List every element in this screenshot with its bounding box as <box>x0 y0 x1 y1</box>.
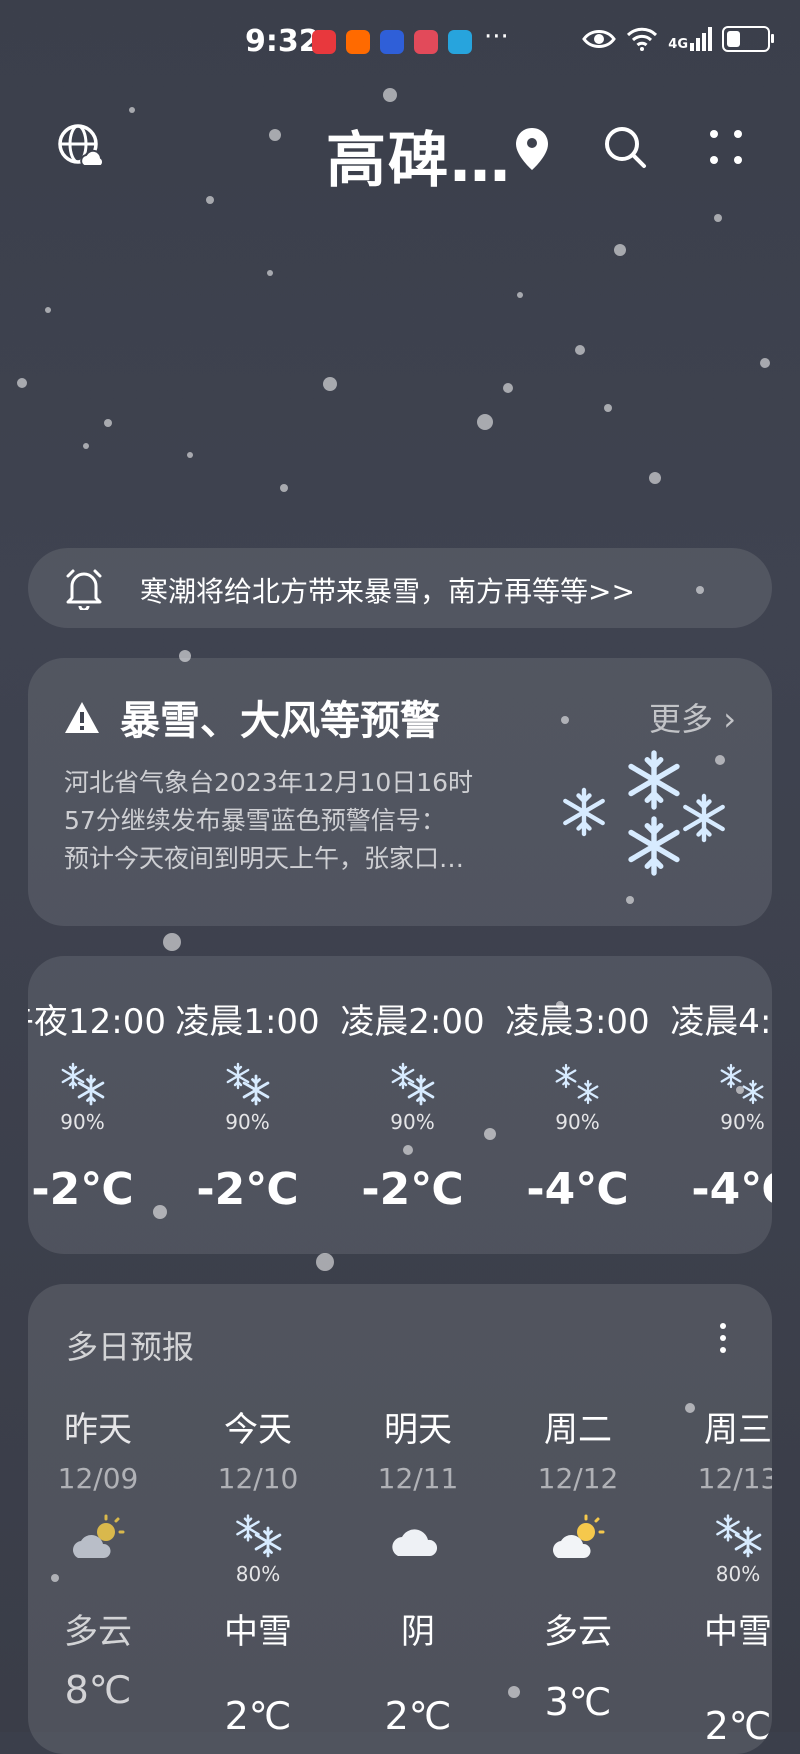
hourly-item: 午夜12:00 90% -2℃ <box>28 956 166 1254</box>
multi-day-forecast-card[interactable]: 多日预报 昨天 12/09 多云 8℃ 今天 12/10 80% 中雪 2℃ 明… <box>28 1284 772 1754</box>
hour-time: 凌晨4:00 <box>670 1002 772 1042</box>
more-notifications-icon: ··· <box>484 22 509 52</box>
hour-temp: -4℃ <box>691 1164 772 1215</box>
browser-icon <box>448 30 472 54</box>
daily-item[interactable]: 周三 12/13 80% 中雪 2℃ <box>658 1284 772 1754</box>
day-temp: 8℃ <box>64 1668 132 1712</box>
hour-precip: 90% <box>60 1110 105 1134</box>
hour-temp: -2℃ <box>196 1164 299 1215</box>
cloud-icon <box>392 1529 438 1556</box>
hourly-item: 凌晨1:00 90% -2℃ <box>165 956 330 1254</box>
snow-icon <box>720 1063 763 1105</box>
daily-item[interactable]: 昨天 12/09 多云 8℃ <box>28 1284 178 1754</box>
signal-icon <box>690 27 712 51</box>
huawei-app-icon <box>312 30 336 54</box>
day-date: 12/10 <box>217 1462 299 1495</box>
day-date: 12/09 <box>57 1462 139 1495</box>
snow-icon <box>226 1062 269 1106</box>
day-name: 今天 <box>224 1410 292 1450</box>
snowflake-cluster-icon <box>548 746 748 886</box>
hourly-item: 凌晨2:00 90% -2℃ <box>330 956 495 1254</box>
hour-temp: -4℃ <box>526 1164 629 1215</box>
location-pin-icon[interactable] <box>514 126 550 172</box>
day-temp: 2℃ <box>704 1704 772 1748</box>
eye-icon <box>582 30 617 48</box>
hour-precip: 90% <box>225 1110 270 1134</box>
day-condition: 多云 <box>64 1612 132 1652</box>
sun-cloud-icon <box>73 1514 125 1558</box>
weather-warning-card[interactable]: 暴雪、大风等预警 更多 › 河北省气象台2023年12月10日16时 57分继续… <box>28 658 772 926</box>
banner-text: 寒潮将给北方带来暴雪，南方再等等>> <box>140 575 635 608</box>
snow-icon <box>555 1063 598 1105</box>
hour-temp: -2℃ <box>361 1164 464 1215</box>
warning-title: 暴雪、大风等预警 <box>120 698 440 744</box>
bell-alarm-icon <box>66 569 102 610</box>
globe-cloud-icon[interactable] <box>56 122 106 172</box>
hour-time: 午夜12:00 <box>28 1002 166 1042</box>
hour-precip: 90% <box>720 1110 765 1134</box>
network-type-label: 4G <box>668 37 688 52</box>
snow-icon <box>236 1514 282 1558</box>
news-banner[interactable]: 寒潮将给北方带来暴雪，南方再等等>> <box>28 548 772 628</box>
city-name[interactable]: 高碑… <box>326 112 512 199</box>
day-temp: 3℃ <box>544 1680 612 1724</box>
day-name: 明天 <box>384 1410 452 1450</box>
day-condition: 中雪 <box>224 1612 292 1652</box>
four-dots-icon[interactable] <box>706 122 746 172</box>
warning-line: 预计今天夜间到明天上午，张家口… <box>64 844 465 873</box>
snow-icon <box>716 1514 762 1558</box>
day-condition: 多云 <box>544 1612 612 1652</box>
search-icon[interactable] <box>602 124 648 170</box>
daily-item[interactable]: 明天 12/11 阴 2℃ <box>338 1284 498 1754</box>
day-name: 周三 <box>704 1410 772 1450</box>
snow-icon <box>391 1062 434 1106</box>
notes-icon <box>414 30 438 54</box>
status-bar: 9:32 ··· 4G <box>0 0 800 80</box>
warning-triangle-icon <box>65 702 99 733</box>
day-date: 12/12 <box>537 1462 619 1495</box>
day-date: 12/11 <box>377 1462 459 1495</box>
hour-precip: 90% <box>555 1110 600 1134</box>
warning-more-label: 更多 <box>649 700 714 738</box>
day-precip: 80% <box>235 1562 281 1586</box>
day-name: 周二 <box>544 1410 612 1450</box>
warning-body: 河北省气象台2023年12月10日16时 57分继续发布暴雪蓝色预警信号： 预计… <box>64 764 554 878</box>
hourly-item: 凌晨3:00 90% -4℃ <box>495 956 660 1254</box>
hour-temp: -2℃ <box>31 1164 134 1215</box>
app-header: 高碑… <box>0 100 800 200</box>
day-precip: 80% <box>715 1562 761 1586</box>
hour-time: 凌晨3:00 <box>505 1002 650 1042</box>
warning-more-link[interactable]: 更多 › <box>649 694 736 740</box>
hourly-item: 凌晨4:00 90% -4℃ <box>660 956 772 1254</box>
day-condition: 阴 <box>401 1612 435 1652</box>
day-temp: 2℃ <box>224 1694 292 1738</box>
daily-item[interactable]: 今天 12/10 80% 中雪 2℃ <box>178 1284 338 1754</box>
day-condition: 中雪 <box>704 1612 772 1652</box>
chevron-right-icon: › <box>723 700 736 738</box>
wifi-icon <box>627 27 658 51</box>
snow-icon <box>61 1062 104 1106</box>
warning-line: 河北省气象台2023年12月10日16时 <box>64 768 474 797</box>
status-time: 9:32 <box>245 24 320 59</box>
day-temp: 2℃ <box>384 1694 452 1738</box>
day-date: 12/13 <box>697 1462 772 1495</box>
daily-item[interactable]: 周二 12/12 多云 3℃ <box>498 1284 658 1754</box>
day-name: 昨天 <box>64 1410 132 1450</box>
baidu-icon <box>380 30 404 54</box>
battery-icon <box>722 26 774 52</box>
hourly-forecast-card[interactable]: 午夜12:00 90% -2℃ 凌晨1:00 90% -2℃ 凌晨2:00 90… <box>28 956 772 1254</box>
hour-time: 凌晨2:00 <box>340 1002 485 1042</box>
taobao-icon <box>346 30 370 54</box>
sun-cloud-icon <box>553 1514 605 1558</box>
warning-line: 57分继续发布暴雪蓝色预警信号： <box>64 806 446 835</box>
hour-precip: 90% <box>390 1110 435 1134</box>
hour-time: 凌晨1:00 <box>175 1002 320 1042</box>
